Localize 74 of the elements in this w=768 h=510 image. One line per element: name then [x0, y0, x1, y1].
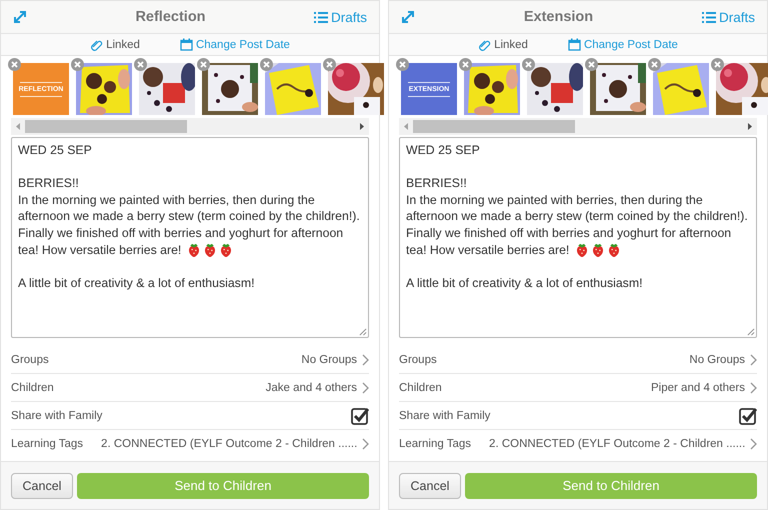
list-icon — [702, 10, 716, 24]
linked-link[interactable]: Linked — [478, 38, 528, 52]
chevron-right-icon — [750, 382, 757, 394]
strawberry-icon — [203, 242, 218, 258]
setting-value[interactable]: 2. CONNECTED (EYLF Outcome 2 - Children ...... — [489, 438, 758, 450]
setting-value[interactable]: Piper and 4 others — [651, 382, 757, 394]
setting-label: Children — [399, 382, 442, 394]
chevron-right-icon — [362, 354, 369, 366]
cancel-button[interactable]: Cancel — [399, 472, 461, 498]
post-text-area[interactable] — [399, 137, 757, 338]
post-text: tea! How versatile berries are! — [18, 242, 182, 258]
post-text: WED 25 SEP — [18, 142, 92, 159]
post-text: Finally we finished off with berries and yoghurt for afternoon — [18, 224, 344, 242]
panel-title: Extension — [524, 9, 594, 25]
setting-label: Learning Tags — [399, 438, 472, 450]
setting-value[interactable]: No Groups — [689, 354, 757, 366]
setting-value[interactable]: 2. CONNECTED (EYLF Outcome 2 - Children ...... — [101, 438, 370, 450]
chevron-right-icon — [362, 438, 370, 450]
post-text: afternoon we made a berry stew (term coined by the children!). — [18, 208, 360, 225]
post-text: In the morning we painted with berries, then during the — [406, 192, 703, 208]
post-text: BERRIES!! — [406, 175, 467, 192]
calendar-icon — [568, 38, 581, 51]
post-text: A little bit of creativity & a lot of enthusiasm! — [18, 274, 254, 292]
chevron-right-icon — [750, 354, 757, 366]
remove-icon[interactable] — [323, 58, 336, 71]
strawberry-icon — [591, 242, 606, 258]
remove-icon[interactable] — [711, 58, 724, 71]
post-text: A little bit of creativity & a lot of enthusiasm! — [406, 274, 642, 292]
panel-title: Reflection — [135, 9, 206, 25]
chevron-right-icon — [362, 382, 369, 394]
expand-icon[interactable] — [401, 10, 415, 24]
remove-icon[interactable] — [585, 58, 598, 71]
post-text-area[interactable] — [11, 137, 369, 338]
remove-icon[interactable] — [197, 58, 210, 71]
setting-value[interactable]: Jake and 4 others — [266, 382, 369, 394]
cancel-button[interactable]: Cancel — [11, 472, 73, 498]
setting-label: Share with Family — [399, 410, 490, 422]
remove-icon[interactable] — [459, 58, 472, 71]
post-text: Finally we finished off with berries and yoghurt for afternoon — [406, 224, 732, 242]
remove-icon[interactable] — [648, 58, 661, 71]
horizontal-scrollbar[interactable] — [399, 118, 757, 135]
setting-label: Learning Tags — [11, 438, 84, 450]
expand-icon[interactable] — [13, 10, 27, 24]
strawberry-icon — [187, 242, 202, 258]
remove-icon[interactable] — [8, 58, 21, 71]
post-text: afternoon we made a berry stew (term coined by the children!). — [406, 208, 748, 225]
post-text: WED 25 SEP — [406, 142, 480, 159]
resize-grip-icon[interactable] — [747, 328, 755, 336]
setting-value[interactable]: No Groups — [301, 354, 369, 366]
paperclip-icon — [90, 38, 104, 52]
strawberry-icon — [575, 242, 590, 258]
linked-link[interactable]: Linked — [90, 38, 140, 52]
remove-icon[interactable] — [134, 58, 147, 71]
list-icon — [314, 10, 328, 24]
horizontal-scrollbar[interactable] — [11, 118, 369, 135]
remove-icon[interactable] — [396, 58, 409, 71]
remove-icon[interactable] — [71, 58, 84, 71]
strawberry-icon — [219, 242, 234, 258]
remove-icon[interactable] — [260, 58, 273, 71]
setting-label: Groups — [399, 354, 437, 366]
remove-icon[interactable] — [522, 58, 535, 71]
chevron-right-icon — [750, 438, 758, 450]
share-checkbox[interactable] — [739, 406, 757, 424]
resize-grip-icon[interactable] — [359, 328, 367, 336]
share-checkbox[interactable] — [351, 406, 369, 424]
paperclip-icon — [478, 38, 492, 52]
calendar-icon — [180, 38, 193, 51]
strawberry-icon — [607, 242, 622, 258]
post-text: BERRIES!! — [18, 175, 79, 192]
setting-label: Groups — [11, 354, 49, 366]
setting-label: Share with Family — [11, 410, 102, 422]
post-text: tea! How versatile berries are! — [406, 242, 570, 258]
setting-label: Children — [11, 382, 54, 394]
post-text: In the morning we painted with berries, then during the — [18, 192, 315, 208]
